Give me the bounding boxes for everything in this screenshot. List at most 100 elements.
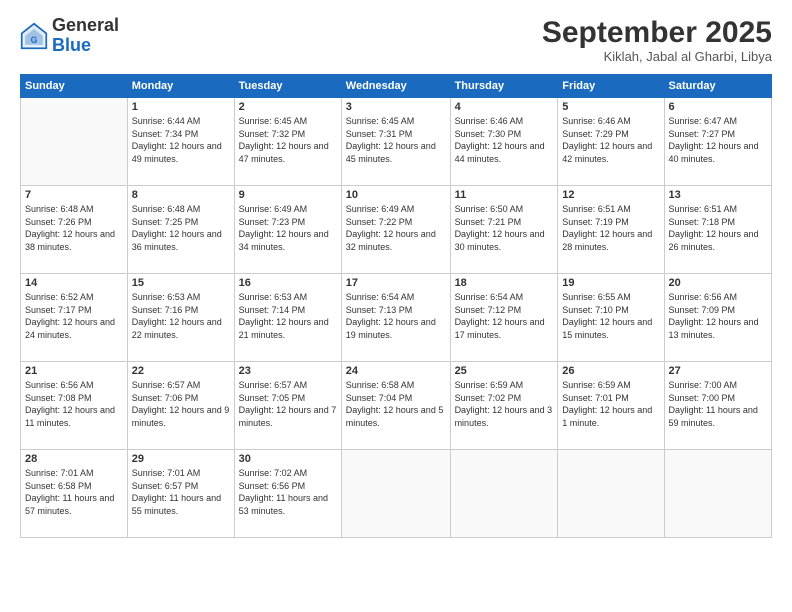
day-info: Sunrise: 6:45 AMSunset: 7:31 PMDaylight:… (346, 115, 446, 165)
table-row (341, 450, 450, 538)
logo-general: General (52, 16, 119, 36)
day-number: 6 (669, 101, 767, 113)
day-info: Sunrise: 6:51 AMSunset: 7:18 PMDaylight:… (669, 203, 767, 253)
table-row: 25 Sunrise: 6:59 AMSunset: 7:02 PMDayligh… (450, 362, 558, 450)
day-number: 14 (25, 277, 123, 289)
day-info: Sunrise: 7:00 AMSunset: 7:00 PMDaylight:… (669, 379, 767, 429)
table-row: 2 Sunrise: 6:45 AMSunset: 7:32 PMDaylight… (234, 98, 341, 186)
table-row (21, 98, 128, 186)
day-info: Sunrise: 6:57 AMSunset: 7:06 PMDaylight:… (132, 379, 230, 429)
table-row: 19Sunrise: 6:55 AMSunset: 7:10 PMDayligh… (558, 274, 664, 362)
table-row: 10 Sunrise: 6:49 AMSunset: 7:22 PMDayligh… (341, 186, 450, 274)
header-thursday: Thursday (450, 75, 558, 98)
day-number: 21 (25, 365, 123, 377)
table-row (450, 450, 558, 538)
day-number: 2 (239, 101, 337, 113)
header-sunday: Sunday (21, 75, 128, 98)
header-tuesday: Tuesday (234, 75, 341, 98)
logo-text: General Blue (52, 16, 119, 56)
day-info: Sunrise: 6:56 AMSunset: 7:08 PMDaylight:… (25, 379, 123, 429)
day-info: Sunrise: 7:01 AMSunset: 6:57 PMDaylight:… (132, 467, 230, 517)
table-row: 30 Sunrise: 7:02 AMSunset: 6:56 PMDayligh… (234, 450, 341, 538)
day-number: 5 (562, 101, 659, 113)
day-number: 13 (669, 189, 767, 201)
calendar-table: Sunday Monday Tuesday Wednesday Thursday… (20, 74, 772, 538)
table-row: 9Sunrise: 6:49 AMSunset: 7:23 PMDaylight… (234, 186, 341, 274)
day-number: 9 (239, 189, 337, 201)
day-number: 4 (455, 101, 554, 113)
day-info: Sunrise: 6:47 AMSunset: 7:27 PMDaylight:… (669, 115, 767, 165)
day-info: Sunrise: 6:53 AMSunset: 7:14 PMDaylight:… (239, 291, 337, 341)
day-info: Sunrise: 6:44 AMSunset: 7:34 PMDaylight:… (132, 115, 230, 165)
day-info: Sunrise: 6:56 AMSunset: 7:09 PMDaylight:… (669, 291, 767, 341)
table-row: 4 Sunrise: 6:46 AMSunset: 7:30 PMDaylight… (450, 98, 558, 186)
day-info: Sunrise: 6:59 AMSunset: 7:02 PMDaylight:… (455, 379, 554, 429)
day-number: 3 (346, 101, 446, 113)
day-number: 10 (346, 189, 446, 201)
table-row: 16 Sunrise: 6:53 AMSunset: 7:14 PMDayligh… (234, 274, 341, 362)
day-number: 8 (132, 189, 230, 201)
table-row: 18Sunrise: 6:54 AMSunset: 7:12 PMDayligh… (450, 274, 558, 362)
table-row (664, 450, 771, 538)
day-info: Sunrise: 6:50 AMSunset: 7:21 PMDaylight:… (455, 203, 554, 253)
day-info: Sunrise: 6:58 AMSunset: 7:04 PMDaylight:… (346, 379, 446, 429)
logo-blue: Blue (52, 36, 119, 56)
day-number: 17 (346, 277, 446, 289)
table-row: 15Sunrise: 6:53 AMSunset: 7:16 PMDayligh… (127, 274, 234, 362)
table-row: 17Sunrise: 6:54 AMSunset: 7:13 PMDayligh… (341, 274, 450, 362)
table-row: 23 Sunrise: 6:57 AMSunset: 7:05 PMDayligh… (234, 362, 341, 450)
table-row: 1 Sunrise: 6:44 AMSunset: 7:34 PMDaylight… (127, 98, 234, 186)
day-number: 16 (239, 277, 337, 289)
header-monday: Monday (127, 75, 234, 98)
day-number: 26 (562, 365, 659, 377)
day-number: 23 (239, 365, 337, 377)
day-info: Sunrise: 6:59 AMSunset: 7:01 PMDaylight:… (562, 379, 659, 429)
day-number: 22 (132, 365, 230, 377)
header-friday: Friday (558, 75, 664, 98)
table-row: 13 Sunrise: 6:51 AMSunset: 7:18 PMDayligh… (664, 186, 771, 274)
day-number: 24 (346, 365, 446, 377)
calendar-week-row: 14Sunrise: 6:52 AMSunset: 7:17 PMDayligh… (21, 274, 772, 362)
calendar-week-row: 7 Sunrise: 6:48 AMSunset: 7:26 PMDaylight… (21, 186, 772, 274)
day-number: 30 (239, 453, 337, 465)
header-wednesday: Wednesday (341, 75, 450, 98)
day-info: Sunrise: 7:01 AMSunset: 6:58 PMDaylight:… (25, 467, 123, 517)
day-info: Sunrise: 7:02 AMSunset: 6:56 PMDaylight:… (239, 467, 337, 517)
day-number: 27 (669, 365, 767, 377)
table-row: 5Sunrise: 6:46 AMSunset: 7:29 PMDaylight… (558, 98, 664, 186)
page-header: G General Blue September 2025 Kiklah, Ja… (20, 16, 772, 64)
table-row: 22 Sunrise: 6:57 AMSunset: 7:06 PMDayligh… (127, 362, 234, 450)
calendar-header-row: Sunday Monday Tuesday Wednesday Thursday… (21, 75, 772, 98)
day-number: 1 (132, 101, 230, 113)
calendar-week-row: 21 Sunrise: 6:56 AMSunset: 7:08 PMDayligh… (21, 362, 772, 450)
day-info: Sunrise: 6:45 AMSunset: 7:32 PMDaylight:… (239, 115, 337, 165)
table-row: 28Sunrise: 7:01 AMSunset: 6:58 PMDayligh… (21, 450, 128, 538)
table-row: 14Sunrise: 6:52 AMSunset: 7:17 PMDayligh… (21, 274, 128, 362)
month-title: September 2025 (542, 16, 772, 49)
day-number: 25 (455, 365, 554, 377)
day-info: Sunrise: 6:48 AMSunset: 7:26 PMDaylight:… (25, 203, 123, 253)
table-row: 12Sunrise: 6:51 AMSunset: 7:19 PMDayligh… (558, 186, 664, 274)
day-info: Sunrise: 6:55 AMSunset: 7:10 PMDaylight:… (562, 291, 659, 341)
day-info: Sunrise: 6:49 AMSunset: 7:22 PMDaylight:… (346, 203, 446, 253)
day-info: Sunrise: 6:54 AMSunset: 7:12 PMDaylight:… (455, 291, 554, 341)
day-info: Sunrise: 6:51 AMSunset: 7:19 PMDaylight:… (562, 203, 659, 253)
table-row: 3 Sunrise: 6:45 AMSunset: 7:31 PMDaylight… (341, 98, 450, 186)
table-row: 27 Sunrise: 7:00 AMSunset: 7:00 PMDayligh… (664, 362, 771, 450)
table-row (558, 450, 664, 538)
title-block: September 2025 Kiklah, Jabal al Gharbi, … (542, 16, 772, 64)
table-row: 8Sunrise: 6:48 AMSunset: 7:25 PMDaylight… (127, 186, 234, 274)
svg-text:G: G (31, 35, 38, 45)
logo-icon: G (20, 22, 48, 50)
day-number: 29 (132, 453, 230, 465)
table-row: 29 Sunrise: 7:01 AMSunset: 6:57 PMDayligh… (127, 450, 234, 538)
day-number: 7 (25, 189, 123, 201)
day-info: Sunrise: 6:57 AMSunset: 7:05 PMDaylight:… (239, 379, 337, 429)
day-info: Sunrise: 6:46 AMSunset: 7:30 PMDaylight:… (455, 115, 554, 165)
table-row: 7 Sunrise: 6:48 AMSunset: 7:26 PMDaylight… (21, 186, 128, 274)
day-number: 15 (132, 277, 230, 289)
calendar-week-row: 1 Sunrise: 6:44 AMSunset: 7:34 PMDaylight… (21, 98, 772, 186)
day-number: 11 (455, 189, 554, 201)
day-number: 20 (669, 277, 767, 289)
location: Kiklah, Jabal al Gharbi, Libya (542, 49, 772, 64)
